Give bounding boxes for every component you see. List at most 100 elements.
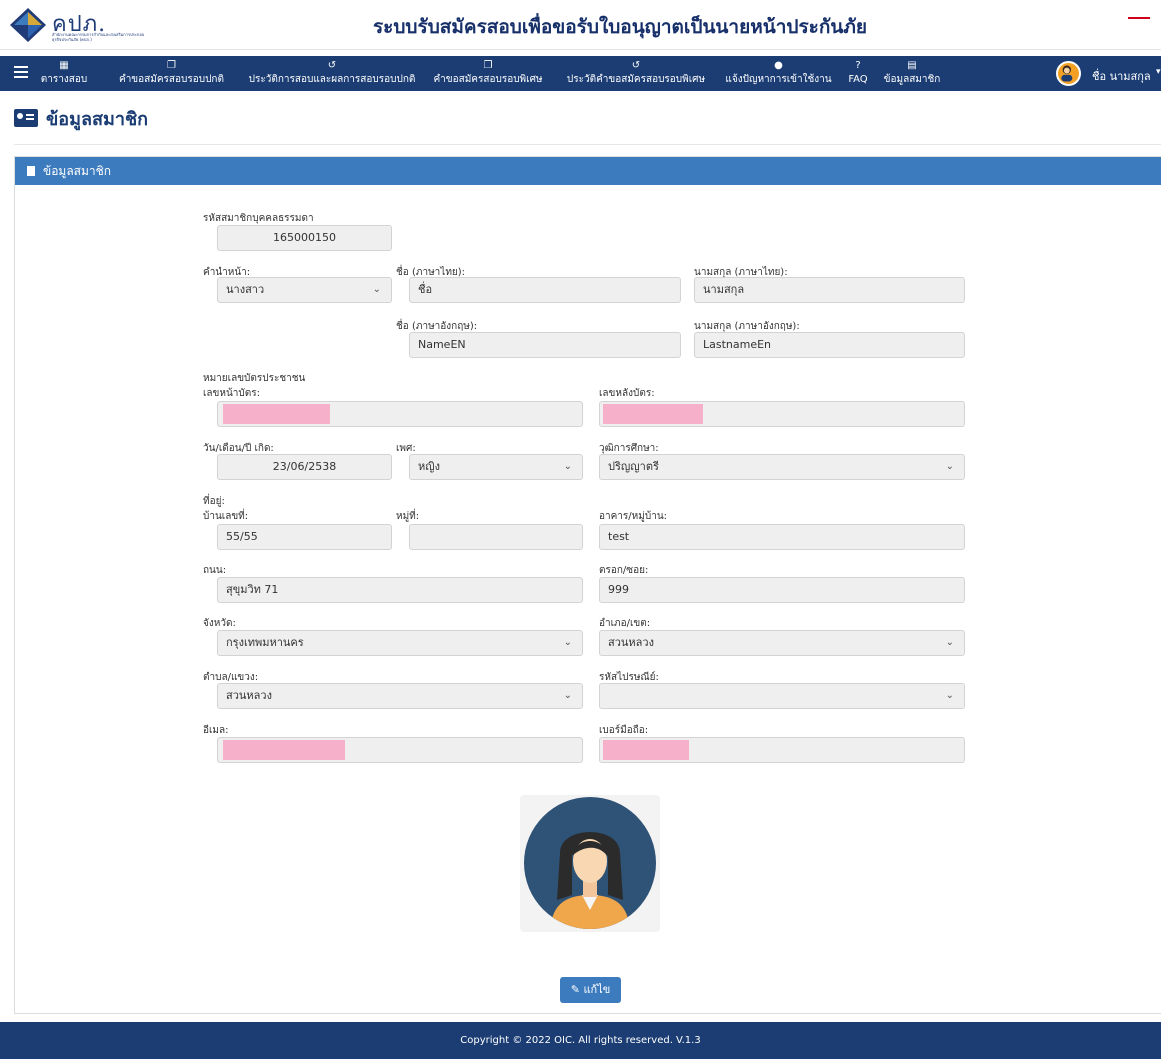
member-id-field: 165000150	[217, 225, 392, 251]
oic-logo[interactable]: คปภ. สำนักงานคณะกรรมการกำกับและส่งเสริมก…	[10, 6, 150, 44]
nav-label: แจ้งปัญหาการเข้าใช้งาน	[725, 74, 832, 85]
redacted-block	[223, 740, 345, 760]
lastname-th-field[interactable]: นามสกุล	[694, 277, 965, 303]
comment-icon: ●	[774, 60, 783, 71]
gender-select[interactable]: หญิง ⌄	[409, 454, 583, 480]
id-back-label: เลขหลังบัตร:	[599, 388, 655, 399]
redacted-block	[223, 404, 330, 424]
soi-field[interactable]: 999	[599, 577, 965, 603]
education-value: ปริญญาตรี	[608, 460, 659, 473]
nav-label: คำขอสมัครสอบรอบพิเศษ	[433, 74, 543, 85]
history-icon: ↺	[631, 60, 641, 71]
user-avatar-icon	[1061, 65, 1073, 82]
lastname-en-field[interactable]: LastnameEn	[694, 332, 965, 358]
firstname-en-field[interactable]: NameEN	[409, 332, 681, 358]
main-navbar: ▦ ตารางสอบ ❐ คำขอสมัครสอบรอบปกติ ↺ ประวั…	[0, 56, 1161, 91]
phone-field[interactable]	[599, 737, 965, 763]
chevron-down-icon: ⌄	[945, 637, 954, 648]
building-label: อาคาร/หมู่บ้าน:	[599, 511, 668, 522]
id-card-section-label: หมายเลขบัตรประชาชน	[203, 373, 306, 384]
female-avatar-icon	[524, 797, 656, 929]
nav-label: FAQ	[848, 74, 868, 85]
chevron-down-icon: ⌄	[563, 690, 572, 701]
road-field[interactable]: สุขุมวิท 71	[217, 577, 583, 603]
nav-item-regular-application[interactable]: ❐ คำขอสมัครสอบรอบปกติ	[114, 59, 229, 89]
district-select[interactable]: สวนหลวง ⌄	[599, 630, 965, 656]
redacted-block	[603, 404, 703, 424]
chevron-down-icon: ▾	[1156, 67, 1161, 77]
district-label: อำเภอ/เขต:	[599, 618, 651, 629]
nav-item-faq[interactable]: ? FAQ	[843, 59, 873, 89]
prefix-value: นางสาว	[226, 283, 265, 296]
postcode-select[interactable]: ⌄	[599, 683, 965, 709]
firstname-th-field[interactable]: ชื่อ	[409, 277, 681, 303]
redacted-block	[603, 740, 689, 760]
page-title: ข้อมูลสมาชิก	[14, 104, 148, 133]
address-section-label: ที่อยู่:	[203, 496, 225, 507]
prefix-select[interactable]: นางสาว ⌄	[217, 277, 392, 303]
province-label: จังหวัด:	[203, 618, 236, 629]
user-name: ชื่อ นามสกุล	[1092, 70, 1151, 83]
id-front-field[interactable]	[217, 401, 583, 427]
id-card-icon	[14, 109, 38, 127]
site-title: ระบบรับสมัครสอบเพื่อขอรับใบอนุญาตเป็นนาย…	[372, 16, 868, 38]
phone-label: เบอร์มือถือ:	[599, 725, 649, 736]
province-value: กรุงเทพมหานคร	[226, 636, 304, 649]
chevron-down-icon: ⌄	[372, 284, 381, 295]
profile-photo	[520, 795, 660, 932]
edit-button-label: แก้ไข	[583, 983, 611, 996]
calendar-icon: ▦	[59, 60, 69, 71]
email-label: อีเมล:	[203, 725, 229, 736]
page-title-text: ข้อมูลสมาชิก	[46, 109, 149, 130]
subdistrict-value: สวนหลวง	[226, 689, 272, 702]
chevron-down-icon: ⌄	[563, 637, 572, 648]
history-icon: ↺	[327, 60, 337, 71]
birthdate-field[interactable]: 23/06/2538	[217, 454, 392, 480]
edit-button[interactable]: ✎ แก้ไข	[560, 977, 621, 1003]
nav-item-regular-history[interactable]: ↺ ประวัติการสอบและผลการสอบรอบปกติ	[241, 59, 423, 89]
road-label: ถนน:	[203, 565, 227, 576]
house-no-label: บ้านเลขที่:	[203, 511, 249, 522]
id-front-label: เลขหน้าบัตร:	[203, 388, 261, 399]
file-icon	[27, 166, 35, 176]
heading-divider	[14, 144, 1161, 145]
nav-item-report-problem[interactable]: ● แจ้งปัญหาการเข้าใช้งาน	[720, 59, 837, 89]
nav-label: ประวัติการสอบและผลการสอบรอบปกติ	[248, 74, 416, 85]
oic-logo-icon	[10, 8, 46, 42]
moo-field[interactable]	[409, 524, 583, 550]
top-header: คปภ. สำนักงานคณะกรรมการกำกับและส่งเสริมก…	[0, 0, 1161, 50]
soi-label: ตรอก/ซอย:	[599, 565, 649, 576]
id-card-icon: ▤	[907, 60, 917, 71]
province-select[interactable]: กรุงเทพมหานคร ⌄	[217, 630, 583, 656]
chevron-down-icon: ⌄	[945, 461, 954, 472]
building-field[interactable]: test	[599, 524, 965, 550]
nav-label: ตารางสอบ	[40, 74, 88, 85]
footer: Copyright © 2022 OIC. All rights reserve…	[0, 1022, 1161, 1059]
district-value: สวนหลวง	[608, 636, 654, 649]
user-avatar	[1056, 61, 1081, 86]
nav-item-special-history[interactable]: ↺ ประวัติคำขอสมัครสอบรอบพิเศษ	[561, 59, 711, 89]
education-select[interactable]: ปริญญาตรี ⌄	[599, 454, 965, 480]
chevron-down-icon: ⌄	[563, 461, 572, 472]
question-icon: ?	[855, 60, 861, 71]
nav-item-member-info[interactable]: ▤ ข้อมูลสมาชิก	[880, 59, 944, 89]
hamburger-menu-icon[interactable]	[14, 66, 28, 78]
nav-item-exam-schedule[interactable]: ▦ ตารางสอบ	[34, 59, 94, 89]
moo-label: หมู่ที่:	[396, 511, 420, 522]
nav-label: ข้อมูลสมาชิก	[883, 74, 941, 85]
nav-label: คำขอสมัครสอบรอบปกติ	[119, 74, 224, 85]
nav-item-special-application[interactable]: ❐ คำขอสมัครสอบรอบพิเศษ	[429, 59, 547, 89]
gender-value: หญิง	[418, 460, 440, 473]
logo-subtitle: สำนักงานคณะกรรมการกำกับและส่งเสริมการประ…	[52, 32, 145, 42]
member-id-label: รหัสสมาชิกบุคคลธรรมดา	[203, 213, 314, 224]
pencil-icon: ✎	[570, 983, 580, 996]
copy-icon: ❐	[167, 60, 176, 71]
panel-title: ข้อมูลสมาชิก	[43, 164, 112, 178]
email-field[interactable]	[217, 737, 583, 763]
chevron-down-icon: ⌄	[945, 690, 954, 701]
red-accent-line	[1128, 17, 1150, 19]
subdistrict-select[interactable]: สวนหลวง ⌄	[217, 683, 583, 709]
id-back-field[interactable]	[599, 401, 965, 427]
panel-header: ข้อมูลสมาชิก	[15, 157, 1161, 185]
house-no-field[interactable]: 55/55	[217, 524, 392, 550]
